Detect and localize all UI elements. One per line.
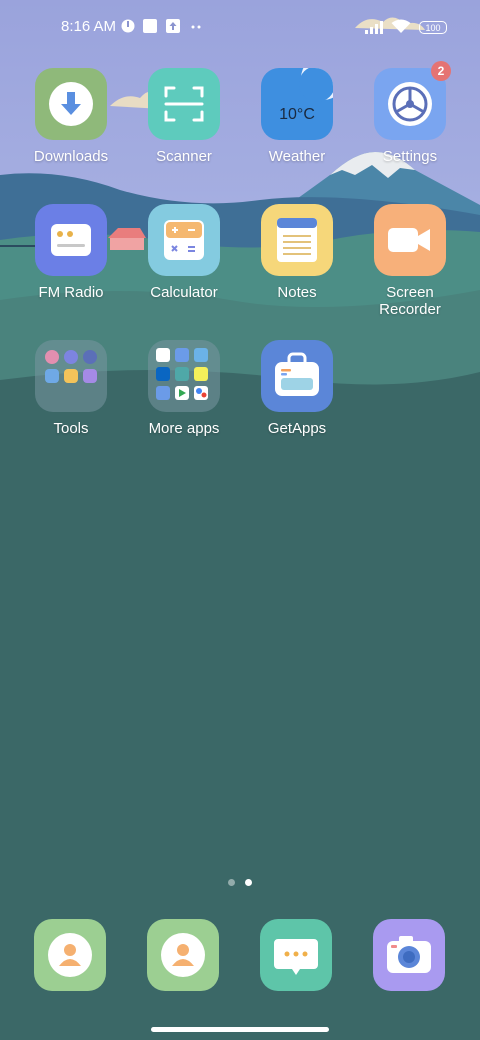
app-label: GetApps [267, 420, 327, 437]
status-time: 8:16 AM [61, 18, 117, 35]
upload-notification-icon [166, 19, 180, 33]
more-dots-icon [191, 24, 205, 38]
signal-icon [364, 20, 386, 34]
gesture-nav-handle[interactable] [151, 1027, 329, 1032]
notes-icon [261, 204, 333, 276]
app-label: Settings [382, 148, 438, 165]
app-label: Weather [268, 148, 326, 165]
app-screen-recorder[interactable]: Screen Recorder [356, 204, 464, 318]
folder-icon [35, 340, 107, 412]
app-label: Scanner [156, 148, 212, 165]
person-icon [48, 933, 92, 977]
app-label: Tools [53, 420, 89, 437]
video-camera-icon [374, 204, 446, 276]
app-label: Downloads [33, 148, 109, 165]
app-weather[interactable]: 10°C Weather [243, 68, 351, 165]
app-label: Notes [277, 284, 317, 301]
camera-icon [387, 936, 431, 973]
notification-badge: 2 [431, 61, 451, 81]
weather-temp: 10°C [279, 106, 315, 123]
dock-phone-contacts[interactable] [34, 919, 106, 991]
dock-camera[interactable] [373, 919, 445, 991]
weather-icon: 10°C [261, 68, 333, 140]
app-calculator[interactable]: Calculator [130, 204, 238, 301]
app-label: Screen Recorder [379, 284, 441, 318]
app-label: More apps [148, 420, 220, 437]
chat-bubble-icon [274, 939, 318, 975]
downloads-icon [35, 68, 107, 140]
app-downloads[interactable]: Downloads [17, 68, 125, 165]
person-icon [161, 933, 205, 977]
radio-icon [35, 204, 107, 276]
dock-messaging[interactable] [260, 919, 332, 991]
battery-icon: 100 [419, 21, 447, 34]
square-notification-icon [143, 19, 157, 33]
app-getapps[interactable]: GetApps [243, 340, 351, 437]
status-bar: 8:16 AM 100 [0, 0, 480, 56]
app-label: Calculator [150, 284, 218, 301]
scanner-icon [148, 68, 220, 140]
app-label: FM Radio [38, 284, 104, 301]
wifi-icon [391, 19, 411, 33]
shopping-bag-icon [261, 340, 333, 412]
app-notes[interactable]: Notes [243, 204, 351, 301]
page-indicator-dot-2-active[interactable] [245, 879, 252, 886]
dock-contacts[interactable] [147, 919, 219, 991]
app-scanner[interactable]: Scanner [130, 68, 238, 165]
calculator-icon [148, 204, 220, 276]
folder-icon [148, 340, 220, 412]
app-fm-radio[interactable]: FM Radio [17, 204, 125, 301]
page-indicator-dot-1[interactable] [228, 879, 235, 886]
folder-tools[interactable]: Tools [17, 340, 125, 437]
app-settings[interactable]: Settings [356, 68, 464, 165]
folder-more-apps[interactable]: More apps [130, 340, 238, 437]
mi-icon [121, 19, 135, 33]
